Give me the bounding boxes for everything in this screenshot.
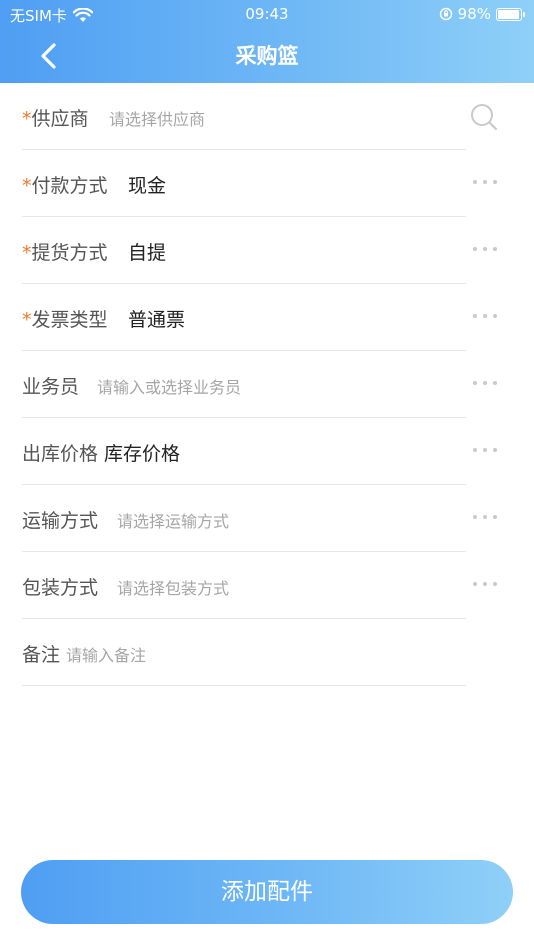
required-mark: *: [22, 309, 32, 331]
more-icon[interactable]: [472, 513, 498, 521]
form-row-salesperson[interactable]: 业务员 请输入或选择业务员: [22, 351, 500, 418]
divider: [22, 685, 466, 686]
nav-bar: 采购篮: [0, 28, 534, 83]
status-right: 98%: [439, 5, 525, 23]
search-icon[interactable]: [470, 103, 498, 131]
salesperson-input[interactable]: 请输入或选择业务员: [97, 374, 241, 398]
more-icon[interactable]: [472, 178, 498, 186]
invoice-value[interactable]: 普通票: [128, 305, 185, 332]
supplier-input[interactable]: 请选择供应商: [109, 106, 205, 130]
form-row-invoice[interactable]: *发票类型 普通票: [22, 284, 500, 351]
transport-label: 运输方式: [22, 510, 99, 532]
header: 无SIM卡 09:43 98% 采购篮: [0, 0, 534, 83]
price-value[interactable]: 库存价格: [104, 439, 180, 466]
add-parts-button[interactable]: 添加配件: [21, 860, 513, 924]
form-row-supplier[interactable]: *供应商 请选择供应商: [22, 83, 500, 150]
packaging-input[interactable]: 请选择包装方式: [117, 575, 229, 599]
remark-input[interactable]: 请输入备注: [66, 642, 146, 666]
required-mark: *: [22, 175, 32, 197]
invoice-label: *发票类型: [22, 309, 108, 331]
payment-label: *付款方式: [22, 175, 108, 197]
page-title: 采购篮: [235, 44, 299, 68]
packaging-label: 包装方式: [22, 577, 99, 599]
required-mark: *: [22, 242, 32, 264]
more-icon[interactable]: [472, 446, 498, 454]
payment-value[interactable]: 现金: [128, 171, 166, 198]
form-row-packaging[interactable]: 包装方式 请选择包装方式: [22, 552, 500, 619]
form-row-remark[interactable]: 备注 请输入备注: [22, 619, 500, 686]
form-row-transport[interactable]: 运输方式 请选择运输方式: [22, 485, 500, 552]
pickup-label: *提货方式: [22, 242, 108, 264]
required-mark: *: [22, 108, 32, 130]
orientation-lock-icon: [439, 7, 452, 21]
more-icon[interactable]: [472, 580, 498, 588]
battery-icon: [496, 7, 525, 21]
battery-fill: [498, 9, 519, 19]
battery-percent: 98%: [457, 5, 491, 23]
transport-input[interactable]: 请选择运输方式: [117, 508, 229, 532]
form-row-price[interactable]: 出库价格 库存价格: [22, 418, 500, 485]
remark-label: 备注: [22, 644, 61, 666]
more-icon[interactable]: [472, 379, 498, 387]
price-label: 出库价格: [22, 443, 99, 465]
status-bar: 无SIM卡 09:43 98%: [0, 0, 534, 28]
supplier-label: *供应商: [22, 108, 89, 130]
more-icon[interactable]: [472, 312, 498, 320]
form-row-pickup[interactable]: *提货方式 自提: [22, 217, 500, 284]
salesperson-label: 业务员: [22, 376, 80, 398]
form-row-payment[interactable]: *付款方式 现金: [22, 150, 500, 217]
pickup-value[interactable]: 自提: [128, 238, 166, 265]
more-icon[interactable]: [472, 245, 498, 253]
